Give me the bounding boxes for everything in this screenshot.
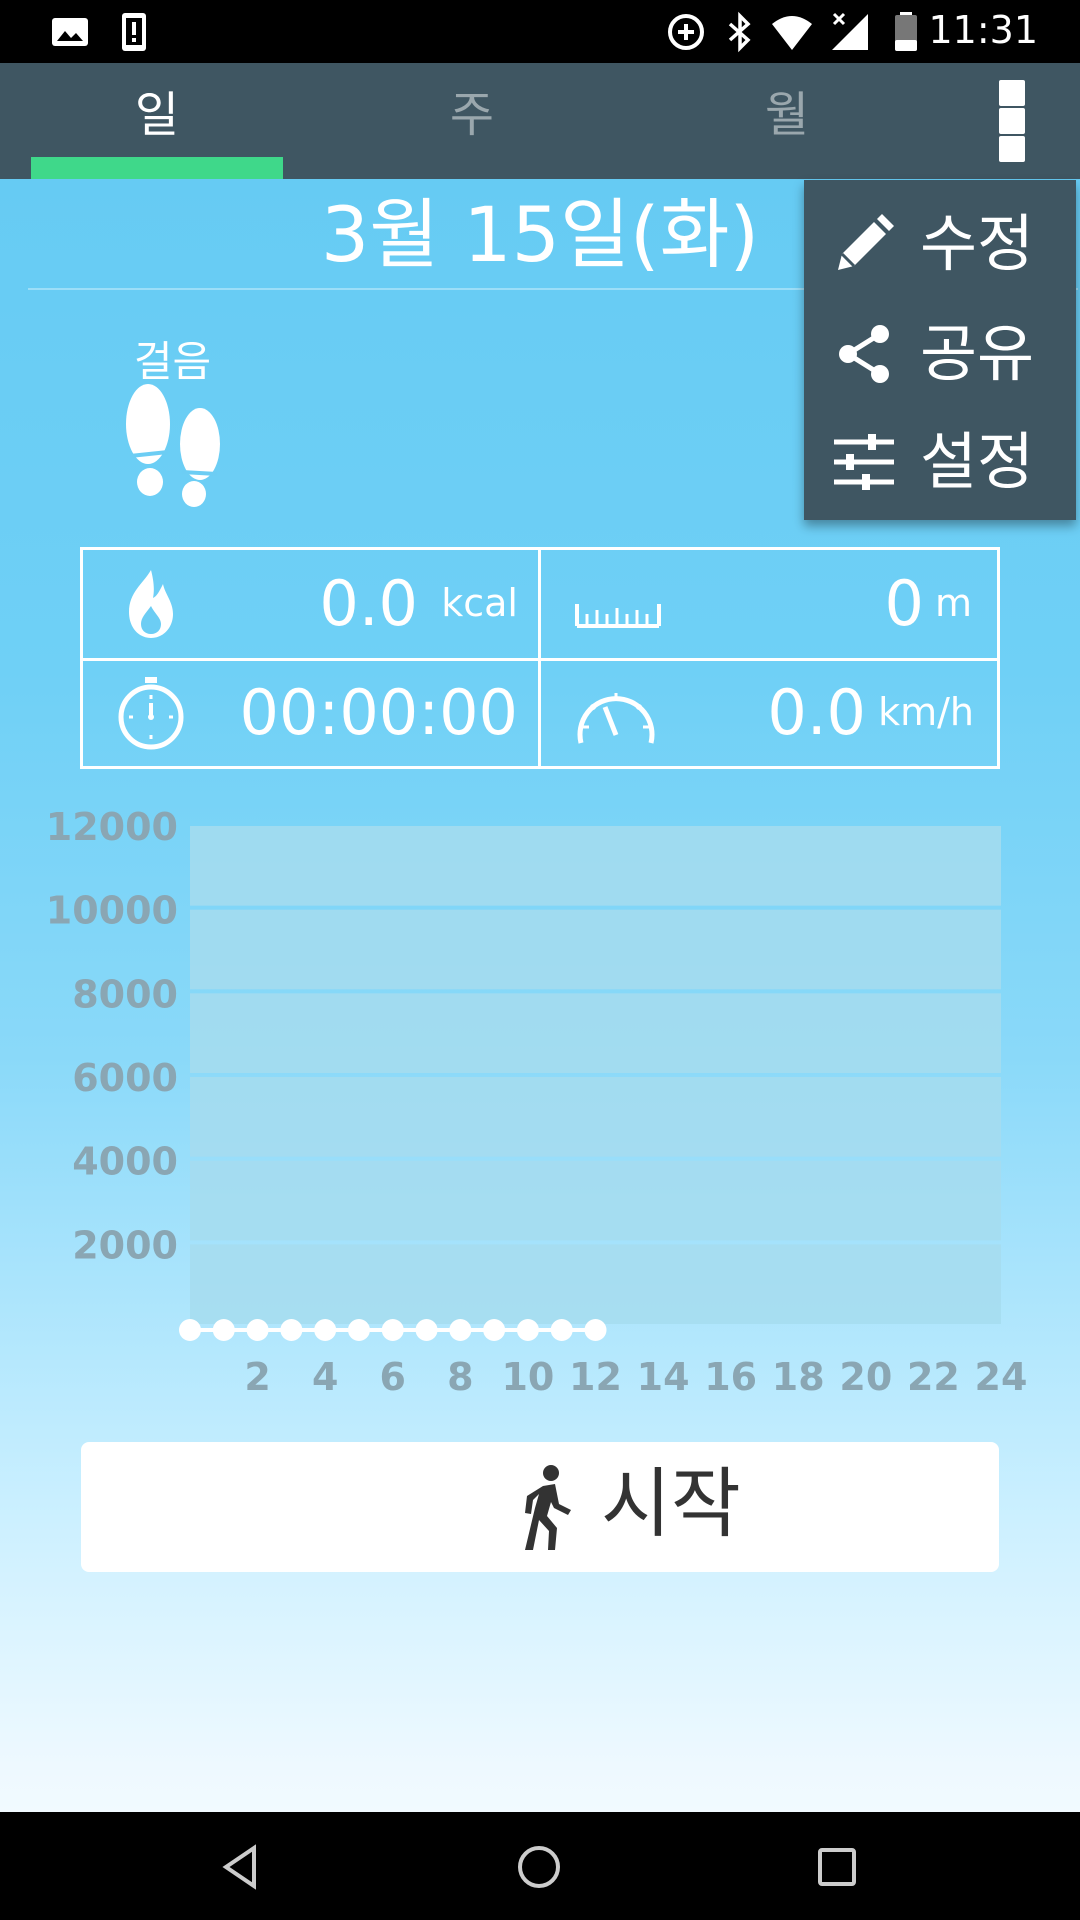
ruler-icon — [575, 604, 661, 628]
back-icon[interactable] — [216, 1842, 266, 1892]
x-tick-label: 4 — [312, 1355, 338, 1399]
calories-value: 0.0 — [319, 567, 418, 640]
overflow-menu: 수정 공유 설정 — [804, 180, 1076, 520]
speed-cell: 0.0 km/h — [541, 661, 996, 769]
image-icon — [52, 18, 88, 46]
y-tick-label: 6000 — [72, 1056, 178, 1100]
sliders-icon — [834, 434, 894, 490]
x-tick-label: 20 — [839, 1355, 892, 1399]
bluetooth-icon — [728, 11, 751, 53]
data-point — [212, 1319, 235, 1341]
chart-grid-band — [190, 1077, 1001, 1157]
data-point — [381, 1319, 404, 1341]
data-point — [550, 1319, 573, 1341]
x-tick-label: 18 — [772, 1355, 825, 1399]
wifi-icon — [772, 16, 812, 50]
data-point — [179, 1319, 201, 1341]
menu-item-label: 수정 — [920, 207, 1035, 280]
share-icon — [839, 325, 889, 383]
overflow-menu-button[interactable] — [990, 80, 1034, 162]
data-point — [584, 1319, 607, 1341]
chart-grid-band — [190, 826, 1001, 906]
menu-item-label: 설정 — [920, 425, 1035, 498]
status-bar: 11:31 — [0, 0, 1080, 63]
home-icon[interactable] — [514, 1842, 564, 1892]
start-button-label: 시작 — [601, 1459, 741, 1548]
x-tick-label: 6 — [380, 1355, 406, 1399]
calories-cell: 0.0 kcal — [83, 550, 538, 658]
chart-grid-band — [190, 909, 1001, 990]
stopwatch-icon — [118, 677, 184, 750]
distance-cell: 0 m — [541, 550, 996, 658]
data-point — [483, 1319, 506, 1341]
steps-label: 걸음 — [133, 337, 212, 386]
menu-item-edit[interactable]: 수정 — [804, 188, 1076, 298]
x-tick-label: 8 — [447, 1355, 473, 1399]
speed-unit: km/h — [878, 690, 974, 734]
x-tick-label: 16 — [704, 1355, 757, 1399]
x-tick-label: 12 — [569, 1355, 622, 1399]
recents-icon[interactable] — [812, 1842, 862, 1892]
phone-alert-icon — [122, 13, 146, 51]
flame-icon — [129, 570, 173, 638]
start-button[interactable]: 시작 — [81, 1442, 999, 1572]
data-point — [449, 1319, 472, 1341]
hourly-steps-chart: 120001000080006000400020002 4 6 8 10 12 14 16 18… — [46, 805, 1028, 1399]
chart-grid-band — [190, 1244, 1001, 1324]
x-tick-label: 10 — [501, 1355, 554, 1399]
menu-item-settings[interactable]: 설정 — [804, 406, 1076, 516]
duration-value: 00:00:00 — [239, 676, 518, 749]
menu-item-label: 공유 — [920, 317, 1035, 390]
y-tick-label: 2000 — [72, 1223, 178, 1267]
x-tick-label: 24 — [975, 1355, 1028, 1399]
x-tick-label: 2 — [244, 1355, 270, 1399]
active-tab-indicator — [31, 157, 283, 179]
data-point — [347, 1319, 370, 1341]
chart-grid-band — [190, 1160, 1001, 1241]
data-point — [314, 1319, 337, 1341]
stats-grid: 0.0 kcal 0 m 00:00:00 0.0 km/h — [80, 547, 1000, 769]
y-tick-label: 12000 — [46, 805, 178, 849]
data-point — [246, 1319, 269, 1341]
y-tick-label: 8000 — [72, 972, 178, 1016]
chart-grid-band — [190, 993, 1001, 1073]
menu-item-share[interactable]: 공유 — [804, 298, 1076, 408]
pencil-icon — [838, 214, 894, 270]
y-tick-label: 4000 — [72, 1140, 178, 1184]
navigation-bar — [0, 1812, 1080, 1920]
distance-value: 0 — [884, 567, 924, 640]
signal-no-data-icon — [832, 12, 868, 50]
x-tick-label: 14 — [637, 1355, 690, 1399]
walking-person-icon — [525, 1465, 571, 1550]
data-saver-icon — [668, 14, 704, 50]
clock: 11:31 — [928, 8, 1038, 52]
calories-unit: kcal — [441, 581, 518, 625]
battery-icon — [895, 12, 917, 51]
data-point — [415, 1319, 438, 1341]
data-point — [516, 1319, 539, 1341]
speedometer-icon — [577, 693, 655, 744]
duration-cell: 00:00:00 — [83, 661, 538, 769]
footprints-icon — [126, 384, 220, 507]
distance-unit: m — [934, 581, 972, 625]
x-tick-label: 22 — [907, 1355, 960, 1399]
y-tick-label: 10000 — [46, 889, 178, 933]
speed-value: 0.0 — [767, 676, 866, 749]
data-point — [280, 1319, 303, 1341]
tab-week[interactable]: 주 — [346, 63, 598, 179]
tab-month[interactable]: 월 — [661, 63, 913, 179]
